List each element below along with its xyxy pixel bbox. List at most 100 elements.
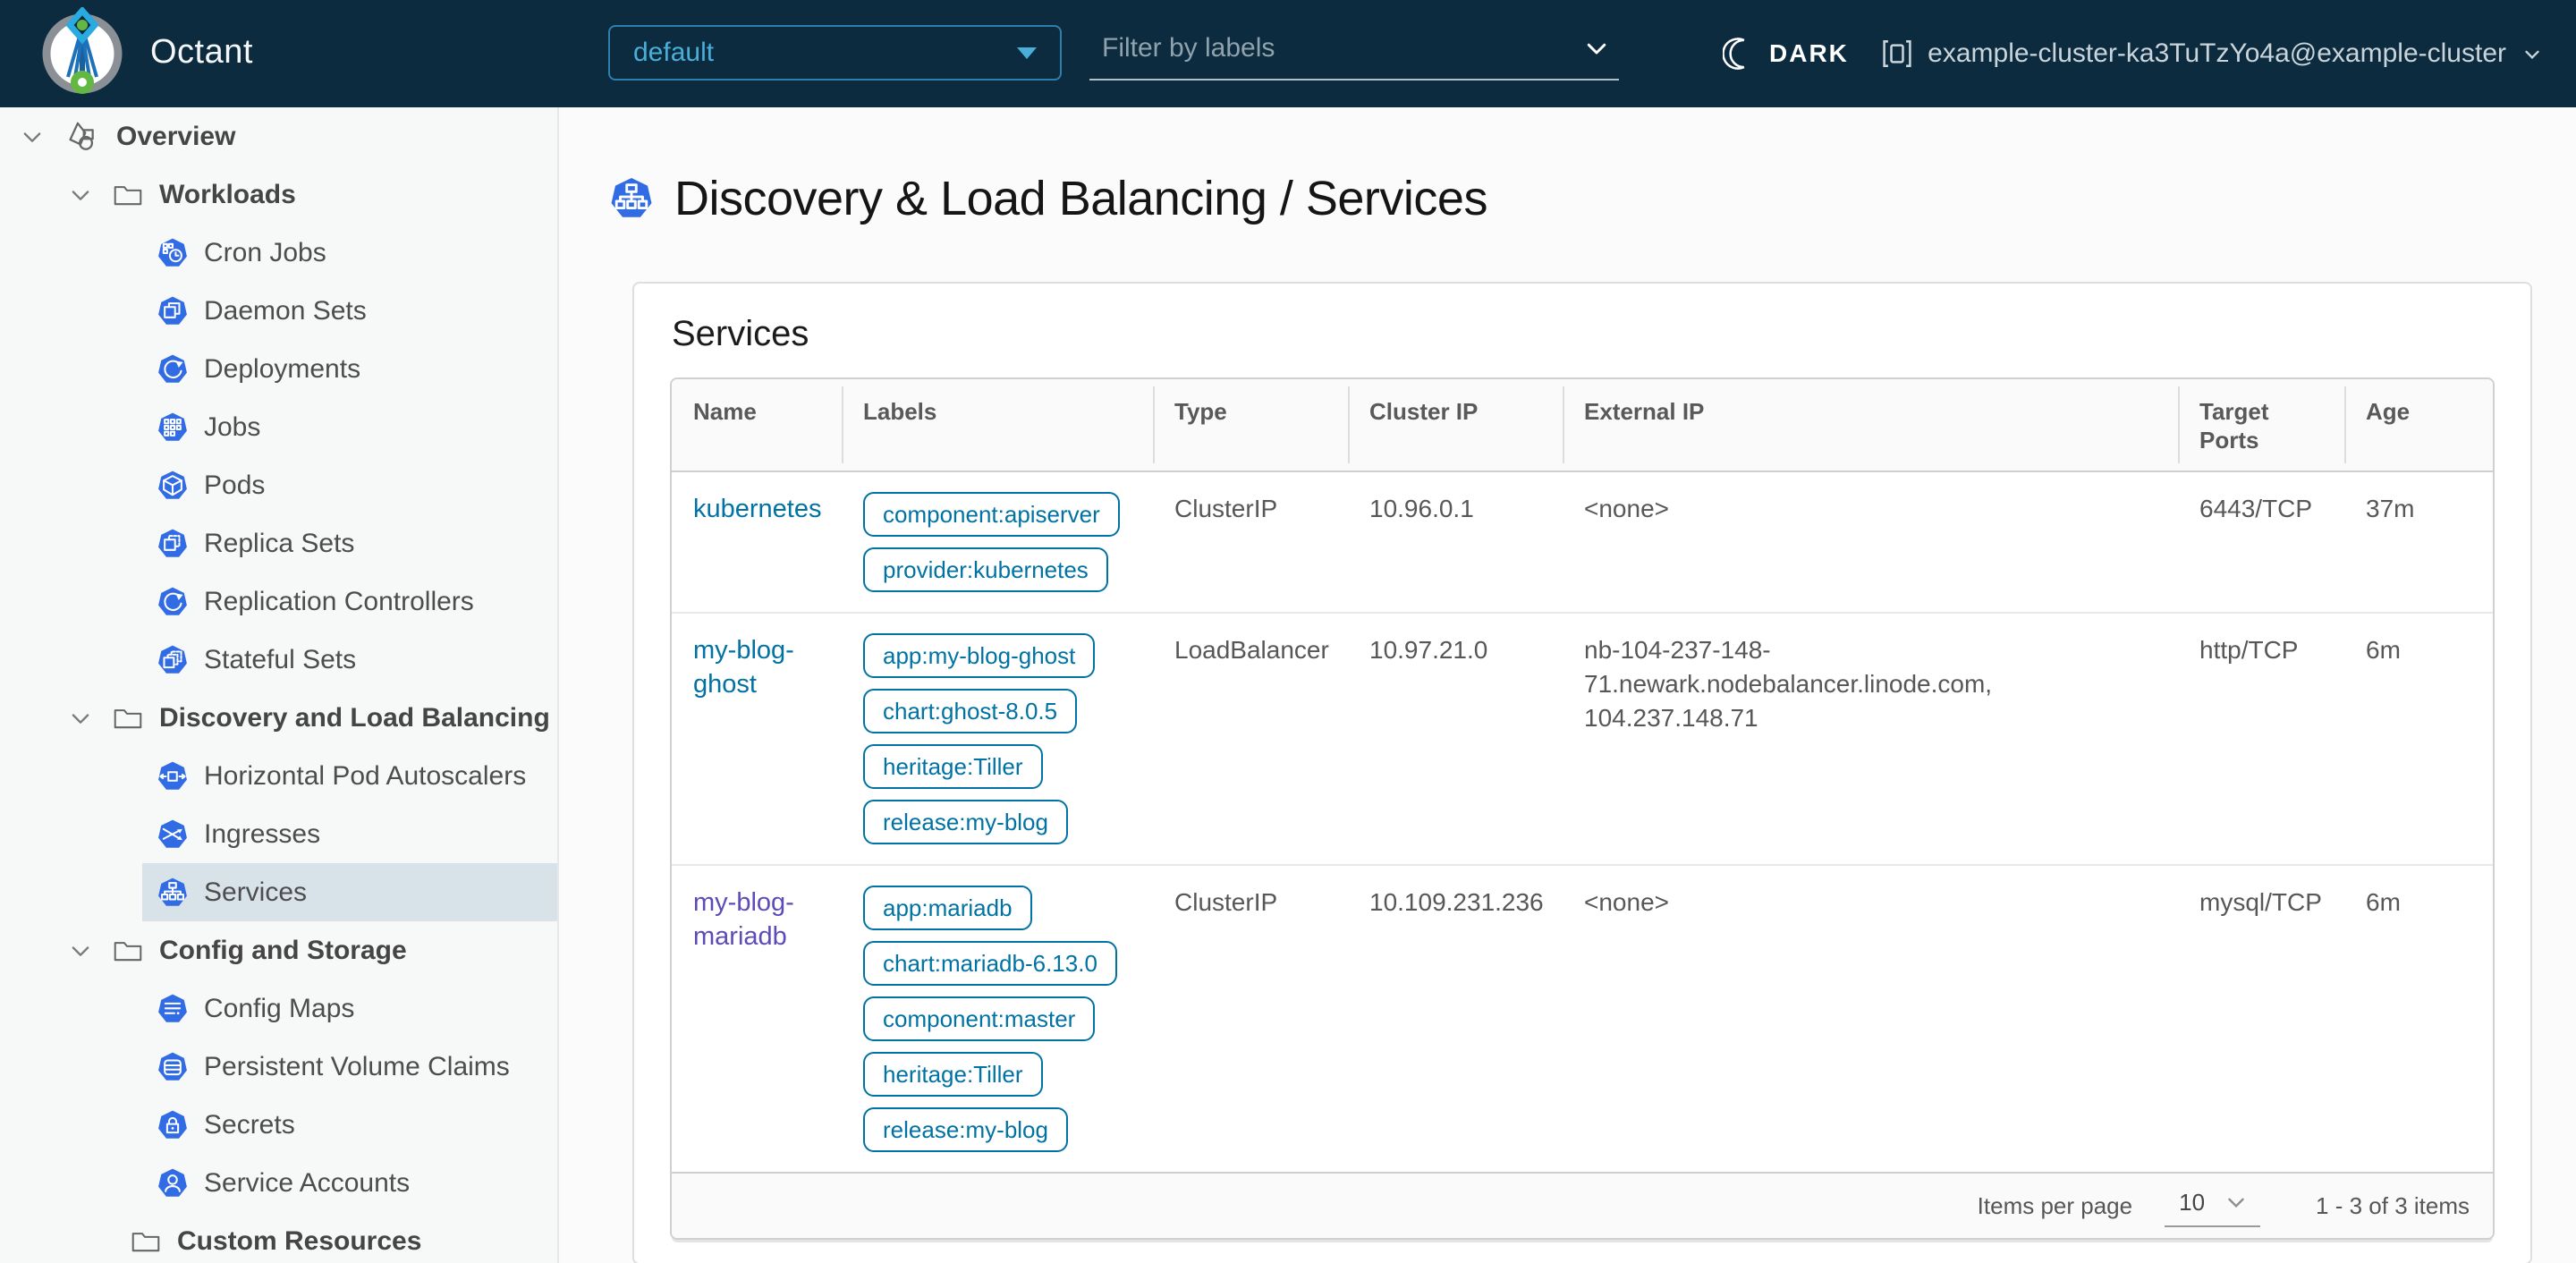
ingresses-icon [157,819,188,850]
sidebar-item-horizontal-pod-autoscalers[interactable]: Horizontal Pod Autoscalers [0,747,557,805]
label-pill: component:master [863,996,1096,1041]
octant-logo-icon [38,7,127,97]
cell-type: LoadBalancer [1174,636,1329,664]
sidebar-item-label: Overview [116,121,236,151]
hpa-icon [157,761,188,792]
column-header-target-ports: Target Ports [2178,379,2344,470]
chevron-down-icon [2228,1198,2244,1208]
chevron-down-icon[interactable] [68,706,93,731]
secrets-icon [157,1110,188,1140]
label-pill: chart:ghost-8.0.5 [863,689,1078,733]
sidebar-item-service-accounts[interactable]: Service Accounts [0,1154,557,1212]
cell-age: 6m [2366,888,2401,916]
table-pagination: Items per page 10 1 - 3 of 3 items [672,1172,2493,1238]
label-pill: heritage:Tiller [863,744,1043,789]
replicasets-icon [157,529,188,559]
cluster-context-label: example-cluster-ka3TuTzYo4a@example-clus… [1928,38,2506,68]
sidebar-item-label: Cron Jobs [204,237,326,267]
sidebar-item-discovery-and-load-balancing[interactable]: Discovery and Load Balancing [0,689,557,747]
column-header-name: Name [693,398,757,425]
replicationcontrollers-icon [157,587,188,617]
cell-labels: app:mariadb chart:mariadb-6.13.0 component… [842,866,1153,1172]
app-title: Octant [150,32,253,71]
cell-age: 6m [2366,636,2401,664]
sidebar-item-label: Service Accounts [204,1167,411,1198]
service-name-link[interactable]: my-blog-mariadb [693,888,794,951]
sidebar-item-label: Replication Controllers [204,586,474,616]
sidebar-item-replica-sets[interactable]: Replica Sets [0,514,557,572]
moon-icon [1723,38,1755,70]
page-title: Discovery & Load Balancing / Services [674,172,1487,225]
sidebar-item-cron-jobs[interactable]: Cron Jobs [0,224,557,282]
column-header-type: Type [1153,379,1348,470]
label-pill: app:mariadb [863,886,1032,930]
sidebar-item-ingresses[interactable]: Ingresses [0,805,557,863]
table-row: my-blog-mariadb app:mariadb chart:mariadb-… [672,866,2493,1172]
sidebar-item-label: Secrets [204,1109,295,1140]
chevron-down-icon [1583,35,1610,62]
sidebar-item-config-and-storage[interactable]: Config and Storage [0,921,557,979]
folder-icon [131,1226,161,1257]
sidebar-item-overview[interactable]: Overview [0,107,557,165]
label-filter-input[interactable]: Filter by labels [1089,25,1619,81]
services-table: Name Labels Type Cluster IP External IP Targe… [670,377,2495,1240]
cell-cluster-ip: 10.109.231.236 [1369,888,1544,916]
sidebar-item-label: Workloads [159,179,296,209]
label-pill: app:my-blog-ghost [863,633,1096,678]
sidebar-item-custom-resources[interactable]: Custom Resources [0,1212,557,1263]
sidebar-item-label: Persistent Volume Claims [204,1051,510,1081]
chevron-down-icon[interactable] [20,124,45,149]
cell-target-ports: mysql/TCP [2199,888,2322,916]
service-name-link[interactable]: kubernetes [693,495,822,523]
sidebar-item-deployments[interactable]: Deployments [0,340,557,398]
services-icon [610,177,653,220]
label-pill: component:apiserver [863,492,1120,537]
cell-external-ip: <none> [1584,888,1669,916]
sidebar-item-workloads[interactable]: Workloads [0,165,557,224]
sidebar-item-label: Replica Sets [204,528,355,558]
column-header-age: Age [2344,379,2493,470]
sidebar-item-persistent-volume-claims[interactable]: Persistent Volume Claims [0,1038,557,1096]
services-icon [157,877,188,908]
dark-theme-toggle[interactable]: DARK [1723,27,1849,81]
sidebar-item-daemon-sets[interactable]: Daemon Sets [0,282,557,340]
sidebar-item-label: Ingresses [204,818,321,849]
sidebar-item-label: Custom Resources [177,1225,422,1256]
label-pill: release:my-blog [863,1107,1068,1152]
chevron-down-icon[interactable] [68,938,93,963]
sidebar-item-config-maps[interactable]: Config Maps [0,979,557,1038]
cell-age: 37m [2366,495,2415,522]
column-header-labels: Labels [842,379,1153,470]
sidebar-item-pods[interactable]: Pods [0,456,557,514]
sidebar-item-replication-controllers[interactable]: Replication Controllers [0,572,557,631]
items-per-page-label: Items per page [1977,1191,2133,1219]
sidebar-item-stateful-sets[interactable]: Stateful Sets [0,631,557,689]
folder-icon [113,703,143,733]
cluster-context-switcher[interactable]: example-cluster-ka3TuTzYo4a@example-clus… [1881,27,2544,81]
chevron-down-icon[interactable] [68,182,93,208]
chevron-down-icon [2521,42,2544,65]
sidebar-item-label: Deployments [204,353,361,384]
statefulsets-icon [157,645,188,675]
cluster-window-icon [1881,38,1913,70]
sidebar-item-label: Config and Storage [159,935,407,965]
daemonsets-icon [157,296,188,326]
cell-labels: component:apiserver provider:kubernetes [842,472,1153,612]
column-header-external-ip: External IP [1563,379,2178,470]
page-title-row: Discovery & Load Balancing / Services [610,172,2576,225]
label-pill: chart:mariadb-6.13.0 [863,941,1117,986]
namespace-select[interactable]: default [608,25,1062,81]
folder-icon [113,936,143,966]
cell-type: ClusterIP [1174,495,1278,522]
cell-external-ip: <none> [1584,495,1669,522]
cell-name: my-blog-ghost [672,614,842,864]
pagination-range-text: 1 - 3 of 3 items [2316,1191,2470,1219]
sidebar-item-secrets[interactable]: Secrets [0,1096,557,1154]
sidebar-item-jobs[interactable]: Jobs [0,398,557,456]
sidebar-item-services[interactable]: Services [0,863,557,921]
items-per-page-value: 10 [2179,1188,2206,1216]
brand: Octant [38,7,253,97]
service-name-link[interactable]: my-blog-ghost [693,636,794,699]
table-header-row: Name Labels Type Cluster IP External IP Targe… [672,379,2493,472]
items-per-page-select[interactable]: 10 [2165,1185,2261,1227]
